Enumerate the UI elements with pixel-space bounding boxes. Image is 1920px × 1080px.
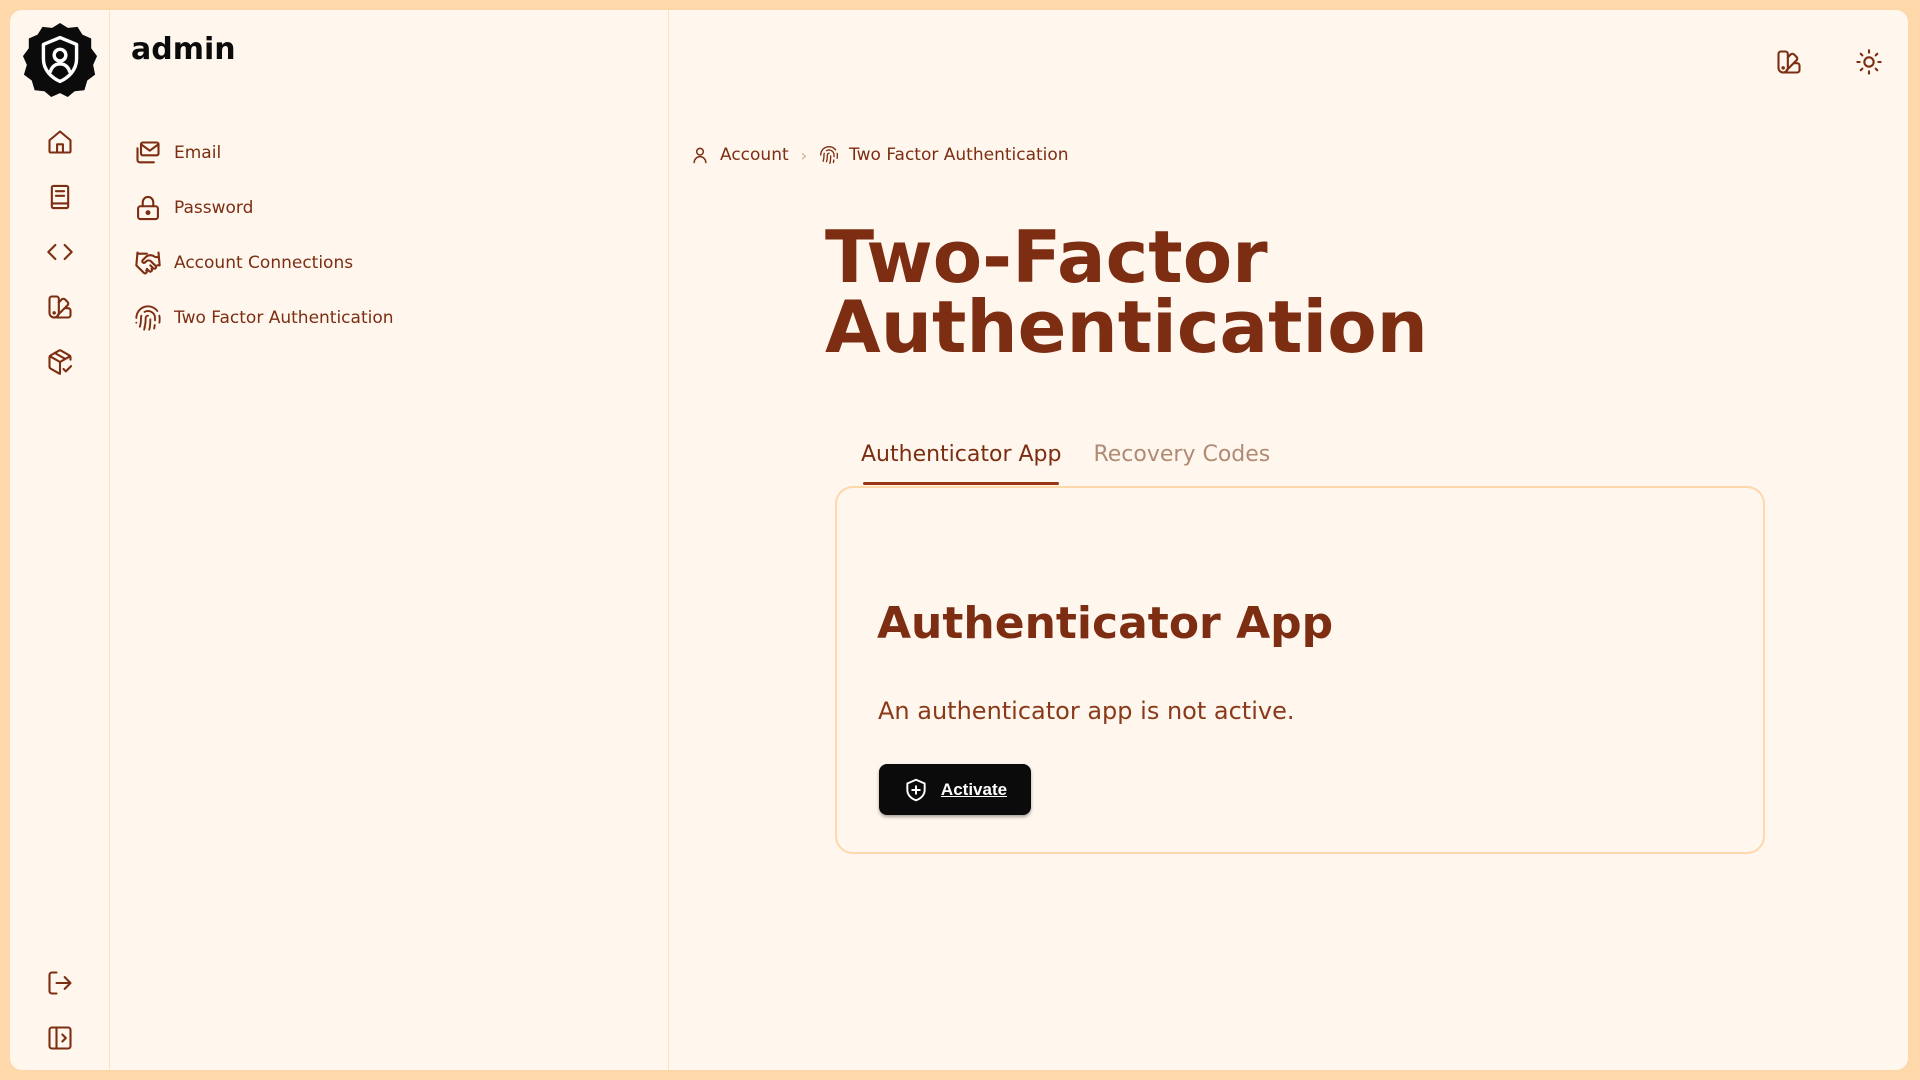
code-icon[interactable] bbox=[44, 236, 76, 268]
handshake-icon bbox=[135, 251, 161, 275]
logout-icon[interactable] bbox=[44, 967, 76, 999]
activate-button-label: Activate bbox=[940, 779, 1008, 799]
activate-button[interactable]: Activate bbox=[879, 764, 1031, 815]
icon-rail bbox=[10, 10, 110, 1070]
sidebar-item-account-connections[interactable]: Account Connections bbox=[134, 246, 353, 280]
lock-icon bbox=[137, 195, 159, 221]
tab-authenticator-app[interactable]: Authenticator App bbox=[845, 435, 1077, 485]
card-status-text: An authenticator app is not active. bbox=[878, 697, 1295, 725]
fingerprint-icon bbox=[820, 146, 838, 164]
sidebar-item-email[interactable]: Email bbox=[134, 136, 221, 170]
breadcrumb-separator: › bbox=[800, 145, 808, 165]
breadcrumb-label: Two Factor Authentication bbox=[849, 145, 1069, 165]
tab-recovery-codes[interactable]: Recovery Codes bbox=[1077, 435, 1286, 485]
shield-plus-icon bbox=[906, 778, 926, 801]
sidebar-toggle-icon[interactable] bbox=[44, 1022, 76, 1054]
book-icon[interactable] bbox=[44, 181, 76, 213]
fingerprint-icon bbox=[135, 305, 161, 331]
sidebar-item-label: Email bbox=[174, 143, 222, 163]
swatch-book-icon[interactable] bbox=[1771, 44, 1807, 80]
user-icon bbox=[693, 147, 707, 164]
card-title: Authenticator App bbox=[877, 598, 1334, 649]
page-title: Two-Factor Authentication bbox=[825, 221, 1525, 363]
account-sidebar: admin Email Password Account Connections… bbox=[110, 10, 669, 1070]
authenticator-card: Authenticator App An authenticator app i… bbox=[835, 486, 1765, 854]
sidebar-item-label: Password bbox=[174, 198, 254, 218]
package-check-icon[interactable] bbox=[44, 346, 76, 378]
app-frame: admin Email Password Account Connections… bbox=[10, 10, 1908, 1070]
swatch-book-icon[interactable] bbox=[44, 291, 76, 323]
shield-user-icon[interactable] bbox=[21, 21, 99, 99]
sidebar-title: admin bbox=[131, 32, 236, 67]
sidebar-item-label: Two Factor Authentication bbox=[174, 308, 394, 328]
main-content: Account › Two Factor Authentication Two-… bbox=[670, 10, 1908, 1070]
sidebar-item-label: Account Connections bbox=[174, 253, 354, 273]
breadcrumb-label: Account bbox=[720, 145, 789, 165]
sidebar-item-two-factor[interactable]: Two Factor Authentication bbox=[134, 301, 394, 335]
mail-icon bbox=[136, 141, 160, 164]
tab-bar: Authenticator App Recovery Codes bbox=[845, 435, 1286, 485]
breadcrumb-account[interactable]: Account bbox=[690, 145, 789, 165]
breadcrumb: Account › Two Factor Authentication bbox=[690, 141, 1069, 169]
sun-icon[interactable] bbox=[1851, 44, 1887, 80]
breadcrumb-two-factor[interactable]: Two Factor Authentication bbox=[819, 145, 1069, 165]
sidebar-item-password[interactable]: Password bbox=[134, 191, 253, 225]
home-icon[interactable] bbox=[44, 126, 76, 158]
page-title-line-2: Authentication bbox=[825, 285, 1428, 369]
